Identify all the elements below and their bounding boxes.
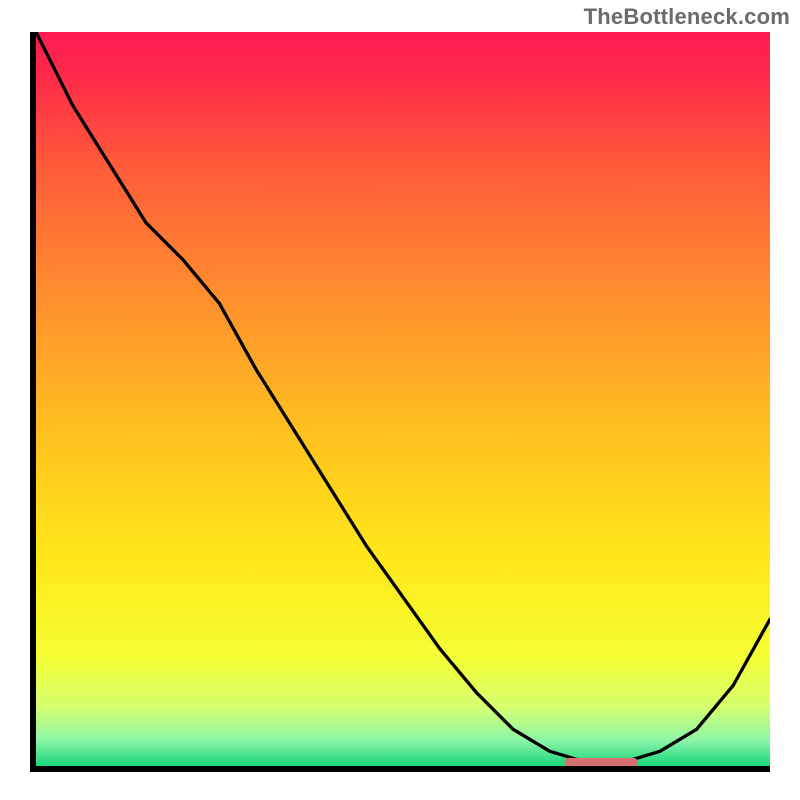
chart-wrapper: TheBottleneck.com (0, 0, 800, 800)
plot-area (30, 32, 770, 772)
watermark-text: TheBottleneck.com (584, 4, 790, 30)
sweet-spot-marker (36, 32, 770, 766)
